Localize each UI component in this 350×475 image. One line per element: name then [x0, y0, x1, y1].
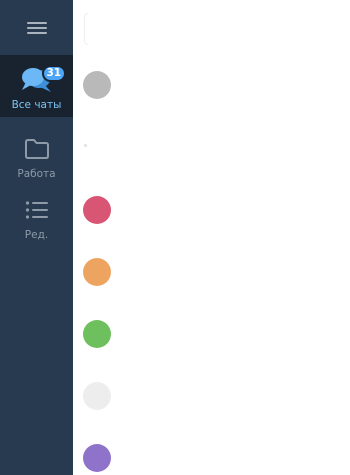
divider: [84, 144, 87, 147]
folder-edit[interactable]: Ред.: [0, 185, 73, 247]
folder-work[interactable]: Работа: [0, 124, 73, 186]
folder-label-all-chats: Все чаты: [11, 99, 62, 111]
folder-label-edit: Ред.: [24, 229, 49, 241]
folder-label-work: Работа: [17, 168, 56, 180]
hamburger-icon: [26, 21, 47, 34]
unread-count-badge: 31: [41, 65, 67, 82]
folder-icon: [24, 139, 49, 159]
folders-sidebar: 31 Все чаты Работа Ред.: [0, 0, 73, 475]
chat-avatar[interactable]: [83, 258, 111, 286]
chat-avatar[interactable]: [83, 320, 111, 348]
chat-avatar[interactable]: [83, 196, 111, 224]
chat-list: [73, 0, 350, 475]
list-edit-icon: [25, 201, 48, 219]
search-field[interactable]: [84, 13, 88, 45]
main-menu-button[interactable]: [0, 0, 73, 55]
folder-all-chats[interactable]: 31 Все чаты: [0, 55, 73, 117]
chat-avatar[interactable]: [83, 71, 111, 99]
chat-avatar[interactable]: [83, 382, 111, 410]
chat-avatar[interactable]: [83, 444, 111, 472]
